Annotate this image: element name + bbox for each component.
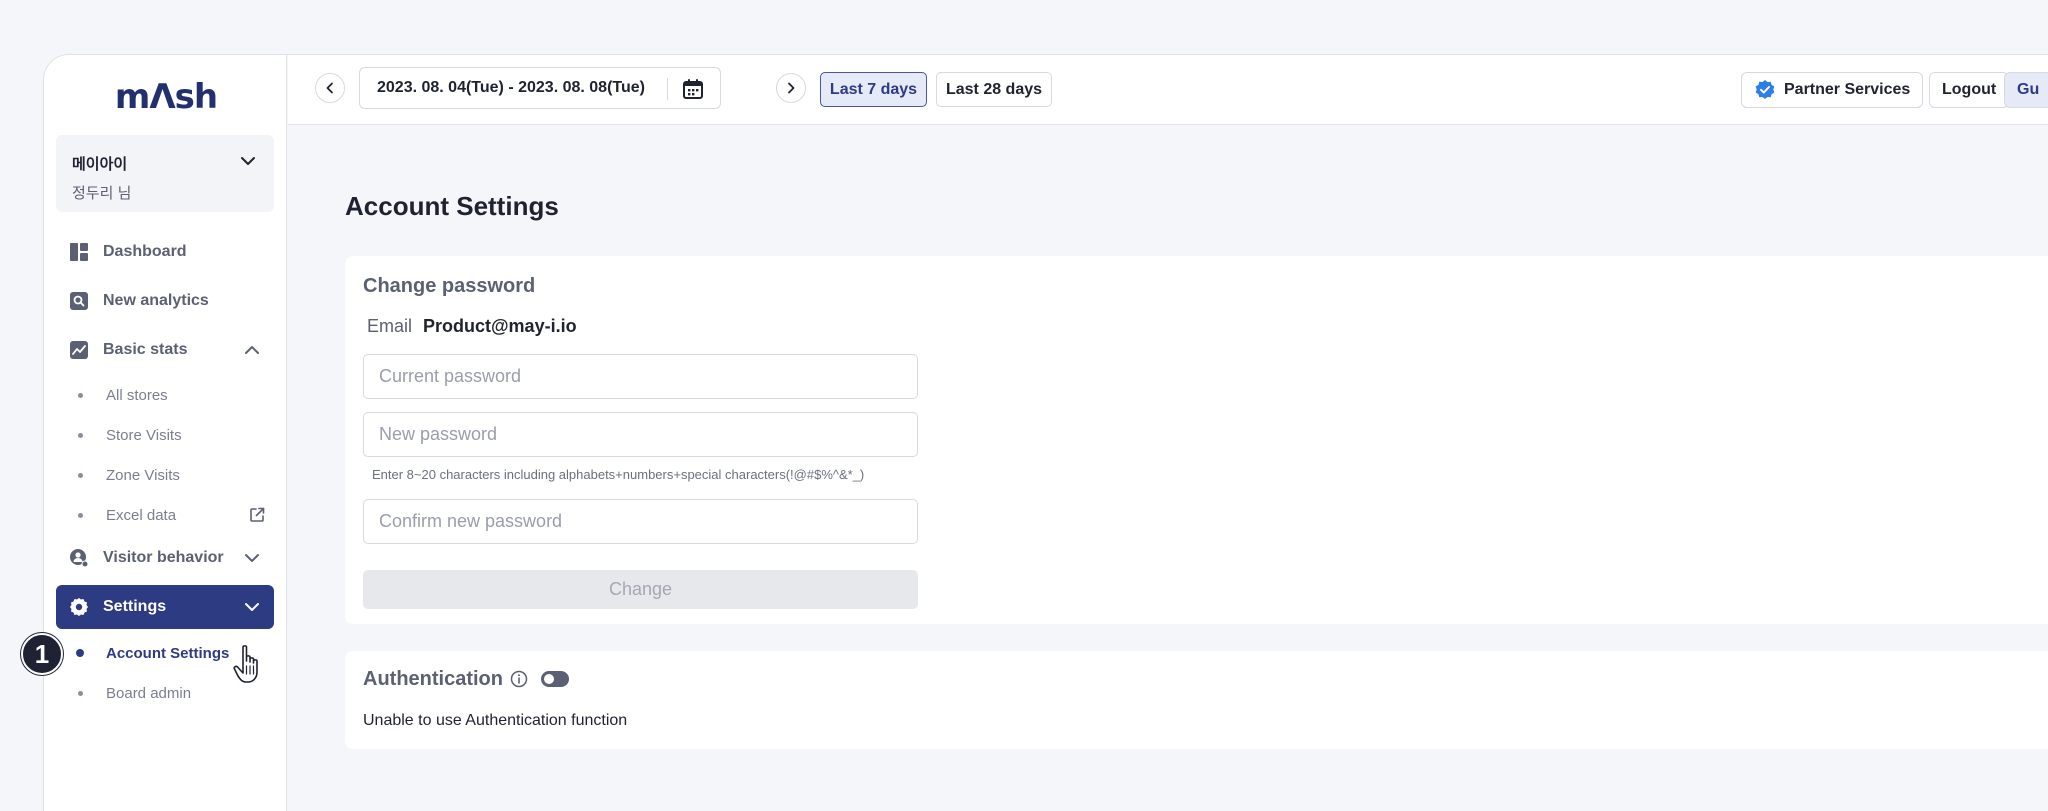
bullet-dot — [78, 512, 83, 518]
gear-icon — [68, 596, 90, 618]
sub-item-zone-visits[interactable]: Zone Visits — [56, 459, 274, 491]
sidebar: mΛsh 메이아이 정두리 님 Dashboard New analytics … — [44, 55, 287, 811]
info-icon[interactable] — [510, 670, 528, 688]
topbar: 2023. 08. 04(Tue) - 2023. 08. 08(Tue) La… — [288, 55, 2048, 125]
authentication-status-text: Unable to use Authentication function — [363, 712, 628, 729]
account-user: 정두리 님 — [72, 185, 132, 202]
nav-dashboard[interactable]: Dashboard — [56, 230, 274, 274]
date-range-text: 2023. 08. 04(Tue) - 2023. 08. 08(Tue) — [377, 79, 645, 96]
sub-item-all-stores[interactable]: All stores — [56, 379, 274, 411]
mash-logo[interactable]: mΛsh — [108, 77, 224, 117]
sub-item-store-visits[interactable]: Store Visits — [56, 419, 274, 451]
visitor-icon — [68, 547, 90, 569]
bullet-dot — [78, 472, 83, 478]
chevron-down-icon[interactable] — [238, 151, 258, 171]
sub-item-label: All stores — [106, 386, 168, 404]
chevron-right-icon — [788, 82, 795, 94]
bullet-dot — [78, 432, 83, 438]
next-period-button[interactable] — [776, 73, 806, 103]
nav-basic-stats[interactable]: Basic stats — [56, 328, 274, 372]
current-password-input[interactable] — [363, 354, 918, 399]
nav-dashboard-label: Dashboard — [103, 243, 187, 260]
logo-text: mΛsh — [114, 77, 218, 117]
step-number-badge: 1 — [21, 633, 63, 675]
nav-new-analytics[interactable]: New analytics — [56, 279, 274, 323]
sub-item-label: Store Visits — [106, 426, 182, 444]
sub-item-label: Zone Visits — [106, 466, 180, 484]
toggle-knob — [544, 674, 554, 684]
account-name: 메이아이 — [72, 156, 128, 173]
sub-item-label: Account Settings — [106, 644, 230, 662]
logout-button[interactable]: Logout — [1929, 72, 2010, 108]
nav-visitor-behavior-label: Visitor behavior — [103, 549, 224, 566]
external-link-icon — [250, 507, 265, 522]
last-28-days-button[interactable]: Last 28 days — [936, 72, 1052, 107]
date-range-picker[interactable]: 2023. 08. 04(Tue) - 2023. 08. 08(Tue) — [359, 67, 721, 109]
page-title: Account Settings — [345, 191, 559, 221]
dashboard-icon — [68, 241, 90, 263]
guide-button[interactable]: Gu — [2004, 72, 2048, 108]
chevron-down-icon[interactable] — [242, 548, 262, 568]
account-selector[interactable]: 메이아이 정두리 님 — [56, 135, 274, 212]
sub-item-label: Board admin — [106, 684, 192, 702]
authentication-title: Authentication — [363, 668, 503, 690]
last-7-days-button[interactable]: Last 7 days — [820, 72, 927, 107]
analytics-search-icon — [68, 290, 90, 312]
change-password-button[interactable]: Change — [363, 570, 918, 609]
divider — [667, 78, 668, 100]
bullet-dot — [78, 690, 83, 696]
partner-services-label: Partner Services — [1784, 81, 1911, 98]
nav-basic-stats-label: Basic stats — [103, 341, 188, 358]
verified-badge-icon — [1755, 80, 1775, 99]
new-password-input[interactable] — [363, 412, 918, 457]
hand-pointer-cursor-icon — [233, 645, 258, 683]
bullet-dot — [76, 649, 84, 657]
change-password-title: Change password — [363, 275, 536, 297]
authentication-toggle[interactable] — [541, 671, 569, 687]
nav-visitor-behavior[interactable]: Visitor behavior — [56, 536, 274, 580]
calendar-icon[interactable] — [682, 78, 704, 100]
app-frame: mΛsh 메이아이 정두리 님 Dashboard New analytics … — [43, 54, 2048, 811]
password-hint: Enter 8~20 characters including alphabet… — [372, 467, 865, 482]
nav-new-analytics-label: New analytics — [103, 292, 209, 309]
chevron-up-icon[interactable] — [242, 340, 262, 360]
chevron-left-icon — [326, 82, 333, 94]
sub-item-excel-data[interactable]: Excel data — [56, 499, 274, 531]
bullet-dot — [78, 392, 83, 398]
authentication-card: Authentication Unable to use Authenticat… — [345, 651, 2048, 749]
prev-period-button[interactable] — [315, 73, 345, 103]
chevron-down-icon[interactable] — [242, 597, 262, 617]
email-label: Email — [367, 316, 413, 336]
confirm-password-input[interactable] — [363, 499, 918, 544]
partner-services-button[interactable]: Partner Services — [1741, 72, 1924, 108]
change-password-card: Change password Email Product@may-i.io E… — [345, 256, 2048, 624]
email-value: Product@may-i.io — [423, 316, 577, 336]
nav-settings-label: Settings — [103, 598, 167, 615]
nav-settings[interactable]: Settings — [56, 585, 274, 629]
trend-chart-icon — [68, 339, 90, 361]
sub-item-label: Excel data — [106, 506, 177, 524]
